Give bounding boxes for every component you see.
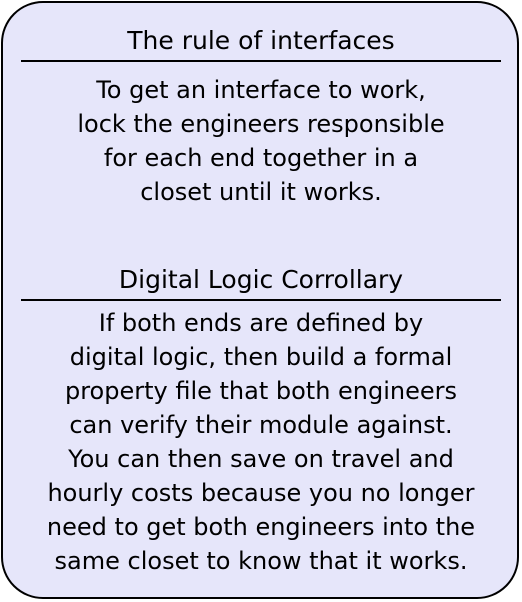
corollary-text-line: hourly costs because you no longer bbox=[47, 479, 475, 507]
corollary-text-line: digital logic, then build a formal bbox=[69, 343, 453, 371]
rule-divider bbox=[21, 60, 501, 62]
rule-text-line: To get an interface to work, bbox=[96, 76, 426, 104]
corollary-divider bbox=[21, 299, 501, 301]
corollary-text-line: same closet to know that it works. bbox=[54, 547, 468, 575]
corollary-heading: Digital Logic Corrollary bbox=[118, 265, 404, 294]
rule-text-line: lock the engineers responsible bbox=[77, 110, 445, 138]
rule-text: To get an interface to work, lock the en… bbox=[0, 73, 522, 209]
corollary-text: If both ends are defined by digital logi… bbox=[0, 306, 522, 578]
corollary-text-line: property file that both engineers bbox=[64, 377, 458, 405]
corollary-text-line: need to get both engineers into the bbox=[46, 513, 476, 541]
corollary-text-line: can verify their module against. bbox=[69, 411, 453, 439]
corollary-text-line: If both ends are defined by bbox=[98, 309, 424, 337]
rule-heading: The rule of interfaces bbox=[127, 26, 395, 55]
rule-text-line: closet until it works. bbox=[140, 178, 382, 206]
corollary-text-line: You can then save on travel and bbox=[68, 445, 454, 473]
rule-text-line: for each end together in a bbox=[103, 144, 419, 172]
